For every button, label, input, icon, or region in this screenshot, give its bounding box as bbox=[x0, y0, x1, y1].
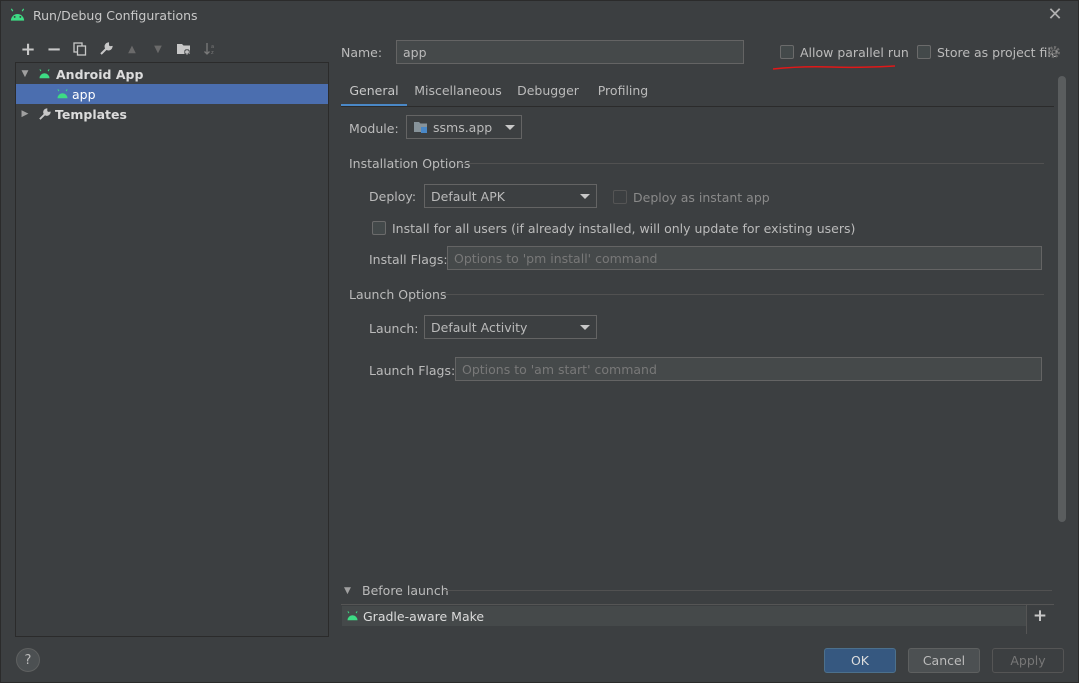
instant-app-label: Deploy as instant app bbox=[633, 190, 770, 205]
section-divider bbox=[442, 294, 1044, 295]
svg-text:z: z bbox=[211, 50, 214, 56]
before-launch-item-label: Gradle-aware Make bbox=[363, 608, 485, 624]
expanded-arrow-icon[interactable]: ▼ bbox=[18, 67, 32, 81]
tab-debugger[interactable]: Debugger bbox=[515, 81, 581, 107]
collapsed-arrow-icon[interactable]: ▶ bbox=[18, 107, 32, 121]
install-all-users-label[interactable]: Install for all users (if already instal… bbox=[392, 221, 855, 236]
tab-divider bbox=[341, 106, 1054, 107]
deploy-label: Deploy: bbox=[369, 189, 417, 204]
store-as-project-file-label[interactable]: Store as project file bbox=[937, 45, 1059, 60]
android-icon bbox=[347, 611, 358, 621]
launch-options-title: Launch Options bbox=[349, 287, 447, 302]
red-underline-annotation bbox=[772, 65, 896, 70]
name-field[interactable]: app bbox=[396, 40, 744, 64]
launch-flags-field[interactable]: Options to 'am start' command bbox=[455, 357, 1042, 381]
tab-profiling[interactable]: Profiling bbox=[595, 81, 651, 107]
remove-configuration-button[interactable]: − bbox=[44, 38, 64, 60]
plus-icon: + bbox=[20, 38, 36, 60]
android-icon bbox=[10, 8, 25, 21]
sort-button[interactable]: a z bbox=[200, 39, 220, 59]
close-icon[interactable]: ✕ bbox=[1045, 5, 1065, 25]
arrow-up-icon: ▲ bbox=[128, 43, 136, 55]
module-value: ssms.app bbox=[433, 119, 493, 135]
cancel-button[interactable]: Cancel bbox=[908, 648, 980, 673]
add-configuration-button[interactable]: + bbox=[18, 38, 38, 60]
android-icon bbox=[39, 69, 50, 79]
instant-app-checkbox[interactable] bbox=[613, 190, 627, 204]
launch-label: Launch: bbox=[369, 321, 419, 336]
title-bar: Run/Debug Configurations ✕ bbox=[1, 1, 1079, 31]
tree-item-label: Android App bbox=[56, 66, 144, 82]
module-select[interactable]: ssms.app bbox=[406, 115, 522, 139]
allow-parallel-run-label[interactable]: Allow parallel run bbox=[800, 45, 909, 60]
installation-options-title: Installation Options bbox=[349, 156, 471, 171]
android-icon bbox=[57, 89, 68, 99]
minus-icon: − bbox=[46, 38, 62, 60]
apply-button[interactable]: Apply bbox=[992, 648, 1064, 673]
window-title: Run/Debug Configurations bbox=[33, 8, 198, 23]
copy-icon bbox=[73, 42, 87, 56]
tree-item-label: app bbox=[72, 86, 96, 102]
module-label: Module: bbox=[349, 121, 399, 136]
tree-item-label: Templates bbox=[55, 106, 127, 122]
tree-item-app[interactable]: app bbox=[16, 84, 328, 104]
chevron-down-icon bbox=[580, 324, 590, 330]
tab-miscellaneous[interactable]: Miscellaneous bbox=[414, 81, 502, 107]
tree-item-templates[interactable]: ▶ Templates bbox=[16, 104, 328, 124]
deploy-select[interactable]: Default APK bbox=[424, 184, 597, 208]
ok-button[interactable]: OK bbox=[824, 648, 896, 673]
install-flags-field[interactable]: Options to 'pm install' command bbox=[447, 246, 1042, 270]
wrench-icon bbox=[39, 107, 51, 120]
chevron-down-icon bbox=[580, 193, 590, 199]
before-launch-title: Before launch bbox=[362, 583, 449, 598]
launch-select[interactable]: Default Activity bbox=[424, 315, 597, 339]
launch-flags-placeholder: Options to 'am start' command bbox=[462, 361, 657, 377]
tree-item-android-app[interactable]: ▼ Android App bbox=[16, 64, 328, 84]
before-launch-separator bbox=[1026, 604, 1027, 634]
create-folder-button[interactable] bbox=[174, 39, 194, 59]
copy-configuration-button[interactable] bbox=[70, 39, 90, 59]
run-debug-dialog: Run/Debug Configurations ✕ + − ▲ ▼ a z ▼… bbox=[0, 0, 1079, 683]
section-divider bbox=[459, 163, 1044, 164]
configuration-tree: ▼ Android App app ▶ Templates bbox=[15, 62, 329, 637]
chevron-down-icon bbox=[505, 124, 515, 130]
edit-templates-button[interactable] bbox=[96, 39, 116, 59]
deploy-value: Default APK bbox=[431, 188, 505, 204]
sort-icon: a z bbox=[204, 43, 214, 56]
help-button[interactable]: ? bbox=[16, 648, 40, 672]
gear-icon[interactable] bbox=[1047, 45, 1061, 59]
before-launch-item[interactable]: Gradle-aware Make bbox=[342, 606, 1026, 626]
tab-general[interactable]: General bbox=[341, 81, 407, 107]
install-flags-placeholder: Options to 'pm install' command bbox=[454, 250, 658, 266]
module-folder-icon bbox=[414, 122, 427, 133]
move-down-button[interactable]: ▼ bbox=[148, 39, 168, 59]
allow-parallel-run-checkbox[interactable] bbox=[780, 45, 794, 59]
move-up-button[interactable]: ▲ bbox=[122, 39, 142, 59]
add-task-button[interactable]: + bbox=[1031, 606, 1049, 626]
arrow-down-icon: ▼ bbox=[154, 43, 162, 55]
section-divider bbox=[444, 590, 1052, 591]
store-as-project-file-checkbox[interactable] bbox=[917, 45, 931, 59]
vertical-scrollbar[interactable] bbox=[1058, 76, 1066, 522]
launch-value: Default Activity bbox=[431, 319, 528, 335]
collapse-arrow-icon[interactable]: ▼ bbox=[344, 586, 354, 596]
install-all-users-checkbox[interactable] bbox=[372, 221, 386, 235]
launch-flags-label: Launch Flags: bbox=[369, 363, 456, 378]
folder-add-icon bbox=[177, 44, 190, 55]
install-flags-label: Install Flags: bbox=[369, 252, 448, 267]
wrench-icon bbox=[100, 42, 113, 55]
name-label: Name: bbox=[341, 45, 383, 60]
